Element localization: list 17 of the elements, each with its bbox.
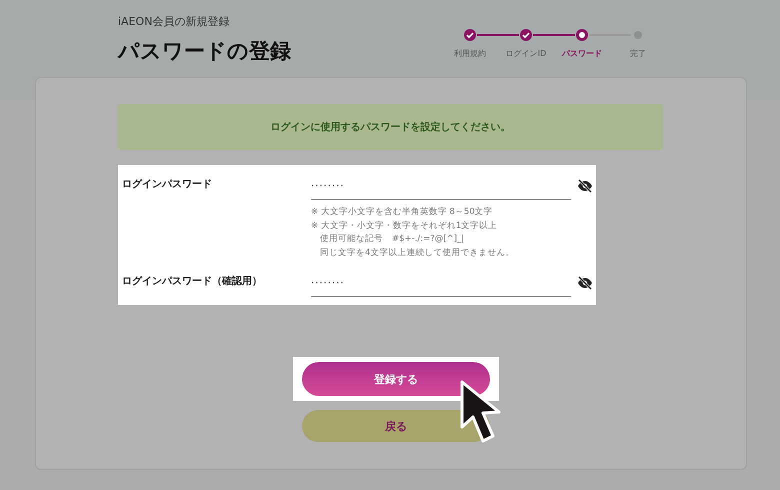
- password-rules: ※ 大文字小文字を含む半角英数字 8～50文字 ※ 大文字・小文字・数字をそれぞれ1文字以上 使用可能な記号 #$+-./:=?@[^]_| 同じ文字を4文字以上連続して使用できません。: [311, 206, 516, 260]
- step-label: パスワード: [562, 48, 602, 59]
- password-field[interactable]: ········: [311, 272, 571, 297]
- step-dot-icon: [631, 28, 645, 42]
- step-label: 完了: [630, 48, 646, 59]
- register-button[interactable]: 登録する: [302, 362, 490, 396]
- page-subtitle: iAEON会員の新規登録: [118, 14, 230, 29]
- password-field[interactable]: ········: [311, 175, 571, 200]
- eye-slash-icon[interactable]: [577, 179, 593, 193]
- field-label: ログインパスワード: [122, 178, 213, 192]
- back-button[interactable]: 戻る: [302, 410, 490, 442]
- notice-message: ログインに使用するパスワードを設定してください。: [118, 104, 663, 150]
- eye-slash-icon[interactable]: [577, 276, 593, 290]
- step-label: 利用規約: [454, 48, 486, 59]
- step-label: ログインID: [506, 48, 546, 59]
- page-title: パスワードの登録: [118, 38, 291, 65]
- field-label: ログインパスワード（確認用）: [122, 274, 263, 289]
